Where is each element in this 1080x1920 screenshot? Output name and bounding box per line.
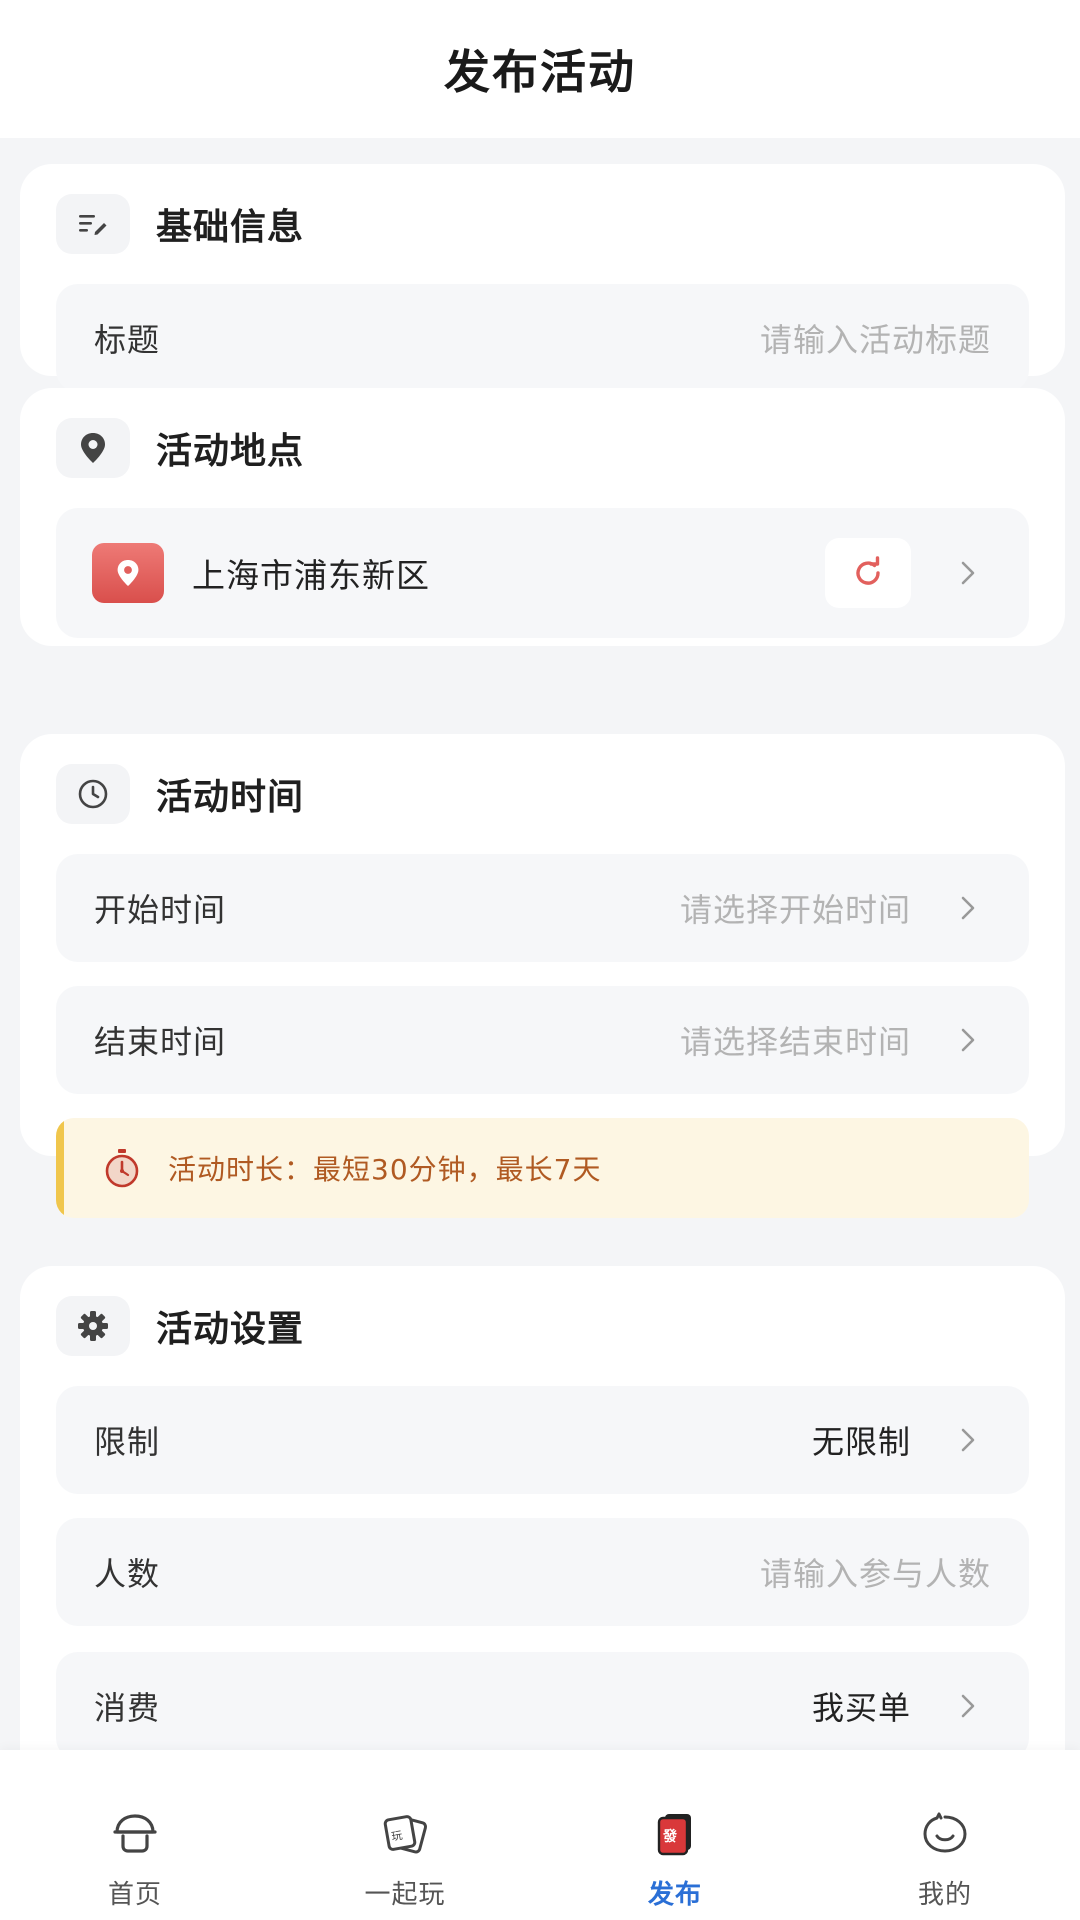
svg-text:發: 發 <box>662 1828 678 1845</box>
end-time-label: 结束时间 <box>94 1023 227 1061</box>
start-time-label: 开始时间 <box>94 891 227 929</box>
refresh-icon <box>856 556 880 585</box>
cost-field[interactable]: 消费 我买单 <box>56 1652 1029 1750</box>
chevron-right-icon <box>957 1026 979 1054</box>
nav-item-play-together[interactable]: 玩 一起玩 <box>270 1750 540 1920</box>
gear-icon <box>56 1296 130 1356</box>
home-icon <box>109 1808 161 1860</box>
limit-field[interactable]: 限制 无限制 <box>56 1386 1029 1494</box>
limit-value[interactable]: 无限制 <box>812 1417 911 1463</box>
bottom-nav: 首页 玩 一起玩 發 发布 我的 <box>0 1750 1080 1920</box>
duration-notice-text: 活动时长：最短30分钟，最长7天 <box>168 1153 602 1186</box>
people-count-field[interactable]: 人数 请输入参与人数 <box>56 1518 1029 1626</box>
settings-card: 活动设置 限制 无限制 人数 请输入参与人数 消费 我买单 <box>20 1266 1065 1750</box>
cost-label: 消费 <box>94 1689 161 1727</box>
play-card-icon: 玩 <box>379 1808 431 1860</box>
title-field[interactable]: 标题 请输入活动标题 <box>56 284 1029 392</box>
location-selector[interactable]: 上海市浦东新区 <box>56 508 1029 638</box>
people-count-input[interactable]: 请输入参与人数 <box>760 1549 991 1595</box>
nav-label-mine: 我的 <box>917 1880 972 1910</box>
svg-text:玩: 玩 <box>390 1829 403 1844</box>
nav-label-publish: 发布 <box>647 1880 702 1910</box>
cost-value[interactable]: 我买单 <box>812 1683 911 1729</box>
location-address: 上海市浦东新区 <box>192 556 430 595</box>
basic-info-title: 基础信息 <box>156 207 305 248</box>
duration-notice: 活动时长：最短30分钟，最长7天 <box>56 1118 1029 1218</box>
nav-label-home: 首页 <box>107 1880 162 1910</box>
time-header: 活动时间 <box>56 764 304 824</box>
location-title: 活动地点 <box>156 431 305 472</box>
nav-item-home[interactable]: 首页 <box>0 1750 270 1920</box>
people-count-label: 人数 <box>94 1555 161 1593</box>
basic-info-card: 基础信息 标题 请输入活动标题 <box>20 164 1065 392</box>
nav-item-publish[interactable]: 發 发布 <box>540 1750 810 1920</box>
stopwatch-icon <box>100 1146 144 1190</box>
chevron-right-icon <box>957 894 979 922</box>
profile-icon <box>919 1808 971 1860</box>
location-card: 活动地点 上海市浦东新区 <box>20 388 1065 646</box>
settings-header: 活动设置 <box>56 1296 304 1356</box>
title-input[interactable]: 请输入活动标题 <box>760 315 991 361</box>
location-header: 活动地点 <box>56 418 304 478</box>
location-pin-icon <box>56 418 130 478</box>
settings-title: 活动设置 <box>156 1309 305 1350</box>
time-card: 活动时间 开始时间 请选择开始时间 结束时间 请选择结束时间 活动时长：最短30… <box>20 734 1065 1218</box>
end-time-field[interactable]: 结束时间 请选择结束时间 <box>56 986 1029 1094</box>
chevron-right-icon <box>957 559 979 587</box>
end-time-value[interactable]: 请选择结束时间 <box>680 1017 911 1063</box>
basic-info-header: 基础信息 <box>56 194 304 254</box>
limit-label: 限制 <box>94 1423 161 1461</box>
location-badge-icon <box>92 543 164 603</box>
start-time-value[interactable]: 请选择开始时间 <box>680 885 911 931</box>
page: 发布活动 基础信息 标题 请输入活动标题 活动地点 上海市浦东新区 活动时间 开… <box>0 0 1080 1920</box>
time-title: 活动时间 <box>156 777 305 818</box>
title-field-label: 标题 <box>94 321 161 359</box>
chevron-right-icon <box>957 1692 979 1720</box>
form-content[interactable]: 基础信息 标题 请输入活动标题 活动地点 上海市浦东新区 活动时间 开始时间 请… <box>0 138 1080 1750</box>
refresh-location-button[interactable] <box>825 538 911 608</box>
edit-list-icon <box>56 194 130 254</box>
chevron-right-icon <box>957 1426 979 1454</box>
nav-label-play-together: 一起玩 <box>364 1880 446 1910</box>
page-title: 发布活动 <box>444 45 636 99</box>
notice-accent-bar <box>56 1118 64 1218</box>
clock-icon <box>56 764 130 824</box>
header: 发布活动 <box>0 0 1080 138</box>
publish-icon: 發 <box>649 1808 701 1860</box>
nav-item-mine[interactable]: 我的 <box>810 1750 1080 1920</box>
start-time-field[interactable]: 开始时间 请选择开始时间 <box>56 854 1029 962</box>
